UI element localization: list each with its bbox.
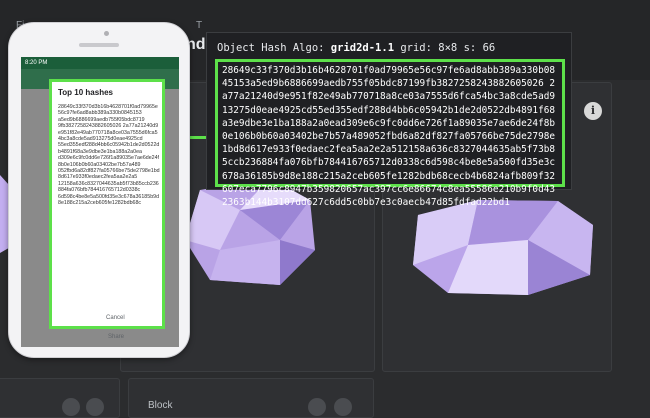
card-action-button[interactable] (62, 398, 80, 416)
s-value: 66 (482, 42, 496, 54)
top-hashes-dialog: Top 10 hashes 28649c33f370d3b16b4628701f… (49, 79, 165, 329)
share-button[interactable]: Share (108, 334, 124, 340)
dialog-hash-list: 28649c33f370d3b16b4628701f0ad79965e56c97… (58, 104, 160, 207)
info-icon[interactable]: i (584, 102, 602, 120)
algo-label: Object Hash Algo: (217, 42, 325, 54)
algo-value: grid2d-1.1 (330, 42, 395, 54)
speaker-icon (79, 43, 119, 47)
tooltip-header: Object Hash Algo: grid2d-1.1 grid: 8×8 s… (217, 42, 495, 54)
grid-value: 8×8 (438, 42, 458, 54)
camera-icon (104, 31, 109, 36)
stat-label: T (196, 20, 203, 31)
mesh-object-preview (413, 200, 593, 295)
card-action-button[interactable] (86, 398, 104, 416)
hash-tooltip: Object Hash Algo: grid2d-1.1 grid: 8×8 s… (206, 32, 572, 208)
card-title: Block (148, 400, 173, 411)
hash-highlight-box: 28649c33f370d3b16b4628701f0ad79965e56c97… (215, 59, 565, 208)
dialog-title: Top 10 hashes (58, 88, 113, 97)
card-action-button[interactable] (334, 398, 352, 416)
cancel-button[interactable]: Cancel (106, 315, 125, 321)
status-bar: 8:20 PM (21, 57, 179, 69)
object-hash-text: 28649c33f370d3b16b4628701f0ad79965e56c97… (222, 65, 556, 209)
grid-label: grid: (400, 42, 432, 54)
s-label: s: (463, 42, 477, 54)
phone-mockup: 8:20 PM Top 10 hashes 28649c33f370d3b16b… (8, 22, 190, 358)
card-action-button[interactable] (308, 398, 326, 416)
